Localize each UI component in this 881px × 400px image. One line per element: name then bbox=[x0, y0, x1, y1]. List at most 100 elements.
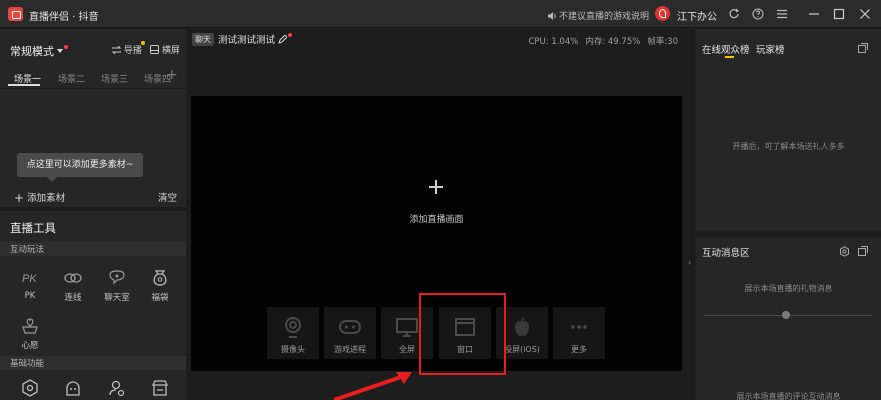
user-settings-icon bbox=[106, 377, 128, 399]
maximize-button[interactable] bbox=[831, 6, 847, 22]
tool-chatroom-label: 聊天室 bbox=[104, 293, 130, 303]
landscape-label: 横屏 bbox=[161, 46, 180, 56]
tool-link[interactable]: 连线 bbox=[53, 267, 93, 303]
tool-wish-label: 心愿 bbox=[21, 341, 39, 351]
close-button[interactable] bbox=[857, 6, 873, 22]
tool-wish[interactable]: 心愿 bbox=[10, 315, 50, 351]
hexagon-settings-icon bbox=[19, 377, 41, 399]
mode-selector[interactable]: 常规模式 bbox=[10, 43, 68, 59]
section-basic-label: 基础功能 bbox=[10, 359, 45, 369]
tool-link-label: 连线 bbox=[64, 293, 82, 303]
menu-button[interactable] bbox=[774, 6, 790, 22]
hamburger-icon bbox=[777, 9, 787, 19]
highlight-box bbox=[419, 293, 506, 375]
split-slider-handle[interactable] bbox=[782, 311, 790, 319]
tool-basic-1[interactable] bbox=[10, 377, 50, 399]
minimize-button[interactable] bbox=[806, 6, 822, 22]
guide-badge-dot bbox=[141, 41, 145, 45]
tools-title: 直播工具 bbox=[10, 221, 56, 235]
memory-usage: 内存: 49.75% bbox=[585, 37, 641, 47]
store-icon bbox=[149, 377, 171, 399]
source-camera-button[interactable]: 摄像头 bbox=[267, 307, 319, 359]
collapse-chevron-icon[interactable]: › bbox=[688, 258, 694, 270]
clear-button[interactable]: 清空 bbox=[158, 190, 177, 204]
settings-icon[interactable] bbox=[839, 246, 850, 257]
app-title: 直播伴侣 · 抖音 bbox=[29, 12, 99, 23]
fps-value: 帧率:30 bbox=[647, 37, 678, 47]
camera-icon bbox=[281, 316, 305, 338]
mode-label: 常规模式 bbox=[10, 45, 54, 58]
apple-icon bbox=[510, 316, 534, 338]
annotation-arrow bbox=[333, 372, 412, 400]
plus-icon: + bbox=[14, 191, 25, 205]
speaker-icon bbox=[548, 12, 556, 20]
landscape-button[interactable]: 横屏 bbox=[150, 43, 180, 56]
cpu-usage: CPU: 1.04% bbox=[528, 37, 579, 47]
room-title-text: 测试测试测试 bbox=[218, 35, 276, 46]
panel-divider bbox=[691, 29, 692, 400]
refresh-button[interactable] bbox=[726, 6, 742, 22]
user-name[interactable]: 江下办公 bbox=[677, 8, 717, 23]
performance-stats: CPU: 1.04% 内存: 49.75% 帧率:30 bbox=[521, 35, 678, 47]
maximize-icon bbox=[833, 8, 845, 20]
section-interactive: 互动玩法 bbox=[0, 242, 186, 256]
popout-icon[interactable] bbox=[858, 43, 868, 53]
swap-icon bbox=[111, 45, 122, 55]
source-more-button[interactable]: 更多 bbox=[553, 307, 605, 359]
pk-icon: PK bbox=[19, 267, 41, 289]
gift-messages-empty-text: 展示本场直播的礼物消息 bbox=[744, 284, 833, 293]
messages-panel: 互动消息区 展示本场直播的礼物消息 展示本场直播的评论互动消息 bbox=[696, 237, 881, 400]
comment-messages-empty-text: 展示本场直播的评论互动消息 bbox=[736, 392, 841, 400]
tab-scene-2[interactable]: 场景二 bbox=[58, 72, 85, 85]
svg-text:PK: PK bbox=[22, 273, 37, 285]
active-tab-indicator bbox=[8, 84, 40, 86]
user-avatar[interactable] bbox=[655, 6, 670, 21]
close-icon bbox=[860, 9, 870, 19]
robot-icon bbox=[62, 377, 84, 399]
add-scene-icon[interactable]: + bbox=[166, 67, 178, 83]
notification-dot bbox=[64, 45, 68, 49]
add-scene-plus-icon[interactable] bbox=[429, 180, 443, 194]
wish-icon bbox=[19, 315, 41, 337]
monitor-icon bbox=[395, 316, 419, 338]
tool-pk[interactable]: PK PK bbox=[10, 267, 50, 301]
online-empty-text: 开播后，可了解本场送礼人多多 bbox=[732, 142, 845, 151]
link-icon bbox=[62, 267, 84, 289]
source-more-label: 更多 bbox=[571, 345, 587, 354]
app-logo-icon bbox=[8, 7, 23, 21]
refresh-icon bbox=[729, 8, 740, 19]
tool-basic-4[interactable] bbox=[140, 377, 180, 399]
add-material-label: 添加素材 bbox=[27, 193, 66, 204]
source-game-label: 游戏进程 bbox=[334, 345, 366, 354]
tool-basic-2[interactable] bbox=[53, 377, 93, 399]
tool-chatroom[interactable]: 聊天室 bbox=[97, 267, 137, 303]
source-game-button[interactable]: 游戏进程 bbox=[324, 307, 376, 359]
chevron-down-icon bbox=[57, 49, 63, 53]
title-bar: 直播伴侣 · 抖音 不建议直播的游戏说明 江下办公 bbox=[0, 0, 881, 28]
room-category-badge: 聊天 bbox=[192, 33, 214, 46]
guide-label: 导播 bbox=[123, 46, 142, 56]
guide-button[interactable]: 导播 bbox=[111, 43, 142, 56]
tool-lucky-bag-label: 福袋 bbox=[151, 293, 169, 303]
source-camera-label: 摄像头 bbox=[281, 345, 305, 354]
lucky-bag-icon bbox=[149, 267, 171, 289]
minimize-icon bbox=[809, 13, 819, 15]
chatroom-icon bbox=[106, 267, 128, 289]
tab-online-audience[interactable]: 在线观众榜 bbox=[702, 42, 750, 56]
section-basic: 基础功能 bbox=[0, 356, 186, 370]
game-notice-link[interactable]: 不建议直播的游戏说明 bbox=[548, 9, 649, 22]
tab-player-ranking[interactable]: 玩家榜 bbox=[756, 42, 785, 56]
help-button[interactable] bbox=[750, 6, 766, 22]
gamepad-icon bbox=[338, 316, 362, 338]
tool-lucky-bag[interactable]: 福袋 bbox=[140, 267, 180, 303]
section-divider bbox=[0, 207, 186, 211]
tool-basic-3[interactable] bbox=[97, 377, 137, 399]
popout-icon[interactable] bbox=[858, 246, 868, 256]
add-live-scene-label: 添加直播画面 bbox=[409, 215, 464, 225]
tab-scene-3[interactable]: 场景三 bbox=[101, 72, 128, 85]
center-panel: 聊天 测试测试测试 CPU: 1.04% 内存: 49.75% 帧率:30 添加直播… bbox=[187, 29, 687, 400]
room-title[interactable]: 测试测试测试 bbox=[218, 32, 293, 46]
more-icon bbox=[567, 316, 591, 338]
add-material-button[interactable]: + 添加素材 bbox=[14, 190, 65, 205]
edit-icon[interactable] bbox=[278, 35, 288, 44]
